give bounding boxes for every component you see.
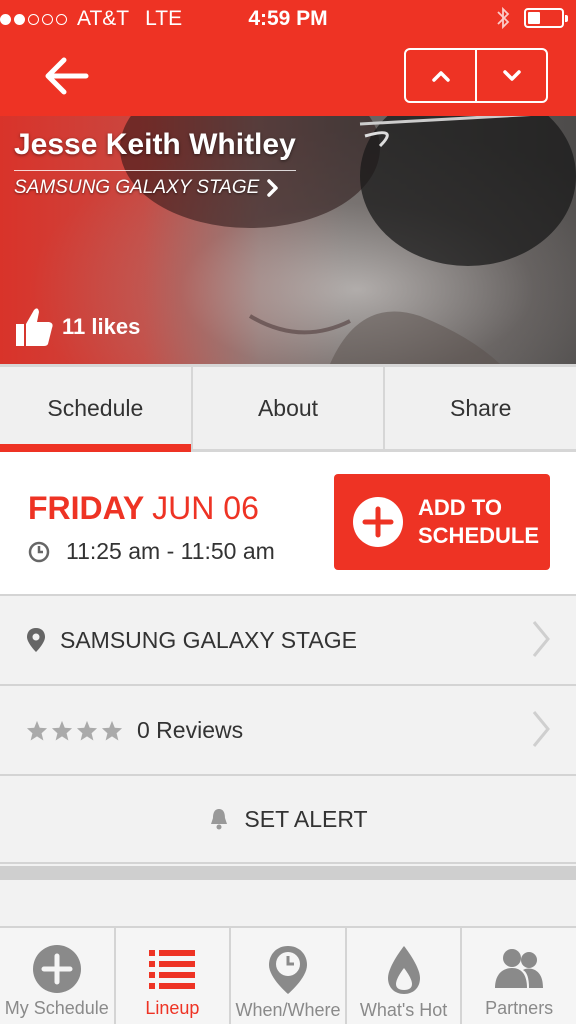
chevron-right-icon bbox=[267, 179, 279, 197]
location-label: SAMSUNG GALAXY STAGE bbox=[60, 626, 357, 653]
add-button-line1: ADD TO bbox=[418, 495, 502, 520]
flame-icon bbox=[387, 946, 420, 994]
thumbs-up-icon bbox=[16, 308, 53, 346]
stage-link-label: SAMSUNG GALAXY STAGE bbox=[14, 177, 260, 198]
tab-lineup[interactable]: Lineup bbox=[113, 928, 230, 1024]
tab-about[interactable]: About bbox=[190, 367, 384, 449]
performance-time: 11:25 am - 11:50 am bbox=[28, 538, 275, 565]
star-icon bbox=[101, 720, 123, 741]
artist-hero-image: Jesse Keith Whitley SAMSUNG GALAXY STAGE… bbox=[0, 116, 576, 364]
add-button-line2: SCHEDULE bbox=[418, 523, 540, 548]
likes-count: 11 likes bbox=[62, 314, 141, 339]
star-icon bbox=[26, 720, 48, 741]
star-icon bbox=[51, 720, 73, 741]
top-bar: AT&T LTE 4:59 PM bbox=[0, 0, 576, 116]
next-artist-button[interactable] bbox=[475, 50, 546, 101]
chevron-right-icon bbox=[532, 711, 550, 747]
performance-day: FRIDAY bbox=[28, 490, 145, 526]
clock-icon bbox=[28, 541, 50, 562]
chevron-up-icon bbox=[431, 70, 450, 82]
battery-icon bbox=[524, 8, 568, 28]
tab-when-where[interactable]: When/Where bbox=[229, 928, 345, 1024]
artist-name: Jesse Keith Whitley bbox=[14, 128, 296, 161]
set-alert-label: SET ALERT bbox=[244, 805, 368, 832]
tab-share[interactable]: Share bbox=[383, 367, 576, 449]
location-row[interactable]: SAMSUNG GALAXY STAGE bbox=[0, 594, 576, 684]
bell-icon bbox=[211, 809, 228, 830]
time-range: 11:25 am - 11:50 am bbox=[66, 538, 275, 564]
stage-link[interactable]: SAMSUNG GALAXY STAGE bbox=[14, 170, 296, 199]
tab-whats-hot[interactable]: What's Hot bbox=[344, 928, 461, 1024]
reviews-row[interactable]: 0 Reviews bbox=[0, 684, 576, 774]
tab-lineup-label: Lineup bbox=[145, 998, 200, 1018]
bluetooth-icon bbox=[497, 6, 510, 30]
section-divider bbox=[0, 866, 576, 880]
tab-my-schedule[interactable]: My Schedule bbox=[0, 928, 114, 1024]
people-icon bbox=[495, 949, 544, 988]
detail-tabs: Schedule About Share bbox=[0, 364, 576, 452]
performance-date: FRIDAY JUN 06 bbox=[28, 490, 259, 527]
prev-next-control bbox=[404, 48, 548, 103]
list-icon bbox=[149, 950, 196, 989]
tab-when-where-label: When/Where bbox=[235, 1000, 341, 1020]
back-button[interactable] bbox=[44, 56, 90, 96]
like-button[interactable]: 11 likes bbox=[14, 306, 140, 348]
tab-whats-hot-label: What's Hot bbox=[359, 1000, 448, 1020]
status-bar: AT&T LTE 4:59 PM bbox=[0, 0, 576, 40]
tab-partners[interactable]: Partners bbox=[460, 928, 576, 1024]
reviews-count: 0 Reviews bbox=[137, 716, 244, 743]
status-time: 4:59 PM bbox=[248, 7, 328, 30]
chevron-right-icon bbox=[532, 621, 550, 657]
tab-schedule[interactable]: Schedule bbox=[0, 367, 191, 452]
chevron-down-icon bbox=[502, 69, 521, 81]
bottom-tab-bar: My Schedule Lineup When/Where What's Hot bbox=[0, 926, 576, 1024]
map-pin-clock-icon bbox=[268, 946, 307, 994]
arrow-left-icon bbox=[45, 57, 89, 95]
plus-circle-icon bbox=[353, 497, 403, 547]
map-pin-icon bbox=[27, 628, 45, 652]
schedule-section: FRIDAY JUN 06 11:25 am - 11:50 am ADD TO … bbox=[0, 452, 576, 594]
performance-date-value: JUN 06 bbox=[152, 490, 259, 526]
add-to-schedule-button[interactable]: ADD TO SCHEDULE bbox=[334, 474, 550, 570]
star-icon bbox=[76, 720, 98, 741]
rating-stars bbox=[26, 720, 123, 741]
tab-partners-label: Partners bbox=[485, 998, 554, 1018]
previous-artist-button[interactable] bbox=[406, 50, 475, 101]
tab-my-schedule-label: My Schedule bbox=[4, 998, 109, 1018]
set-alert-button[interactable]: SET ALERT bbox=[0, 774, 576, 864]
plus-circle-icon bbox=[32, 945, 81, 993]
